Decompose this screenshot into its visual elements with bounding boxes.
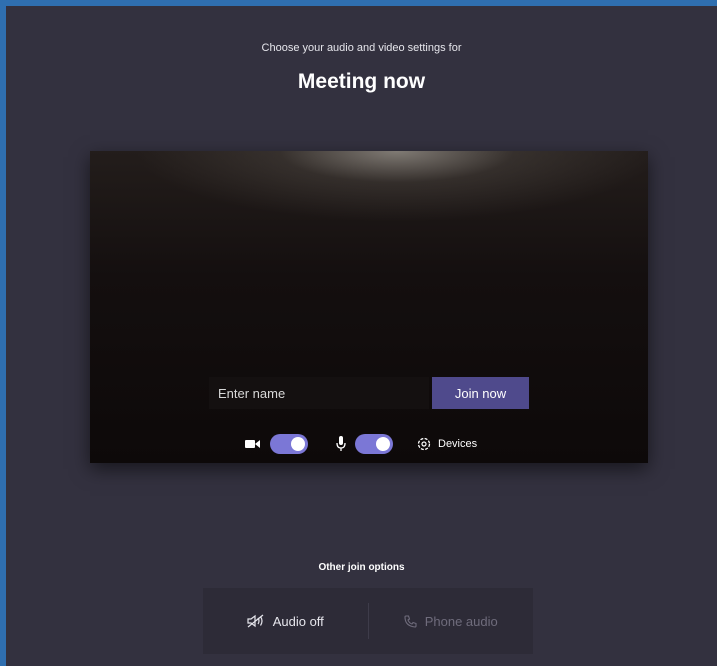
meeting-title: Meeting now [297,70,426,93]
devices-label: Devices [438,438,478,450]
other-join-options: Audio off Phone audio [203,588,533,654]
audio-off-label: Audio off [272,613,324,629]
gear-icon [417,437,431,451]
name-input[interactable] [209,377,429,409]
speaker-off-icon [247,614,265,628]
devices-button[interactable]: Devices [417,437,477,451]
microphone-toggle-knob [376,437,390,451]
microphone-icon [336,436,346,452]
join-now-button[interactable]: Join now [432,377,529,409]
audio-off-option[interactable]: Audio off [203,588,368,654]
phone-audio-label: Phone audio [424,613,498,629]
av-controls: Devices [245,432,477,456]
join-screen: Choose your audio and video settings for… [6,6,717,666]
settings-subtitle: Choose your audio and video settings for [261,42,462,54]
camera-toggle-knob [291,437,305,451]
phone-icon [404,614,417,628]
phone-audio-option[interactable]: Phone audio [369,588,534,654]
video-preview: Join now [90,151,648,463]
other-join-options-label: Other join options [318,562,405,573]
camera-toggle[interactable] [270,434,308,454]
microphone-toggle[interactable] [355,434,393,454]
video-camera-icon [245,438,261,450]
